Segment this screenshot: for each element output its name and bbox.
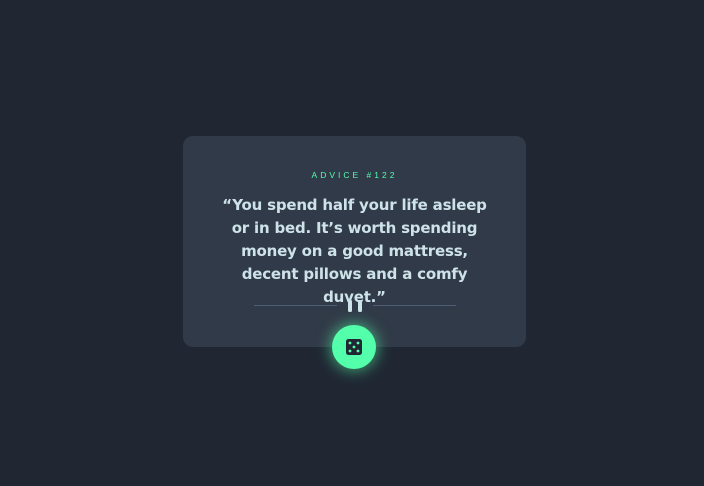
divider-line-right [373,305,456,306]
pattern-divider [254,300,456,312]
advice-number-label: ADVICE #122 [311,170,398,180]
advice-card: ADVICE #122 “You spend half your life as… [183,136,526,347]
dice-icon [346,339,362,355]
pause-icon [348,300,362,312]
advice-quote: “You spend half your life asleep or in b… [222,196,487,306]
divider-line-left [254,305,337,306]
new-advice-button[interactable] [332,325,376,369]
